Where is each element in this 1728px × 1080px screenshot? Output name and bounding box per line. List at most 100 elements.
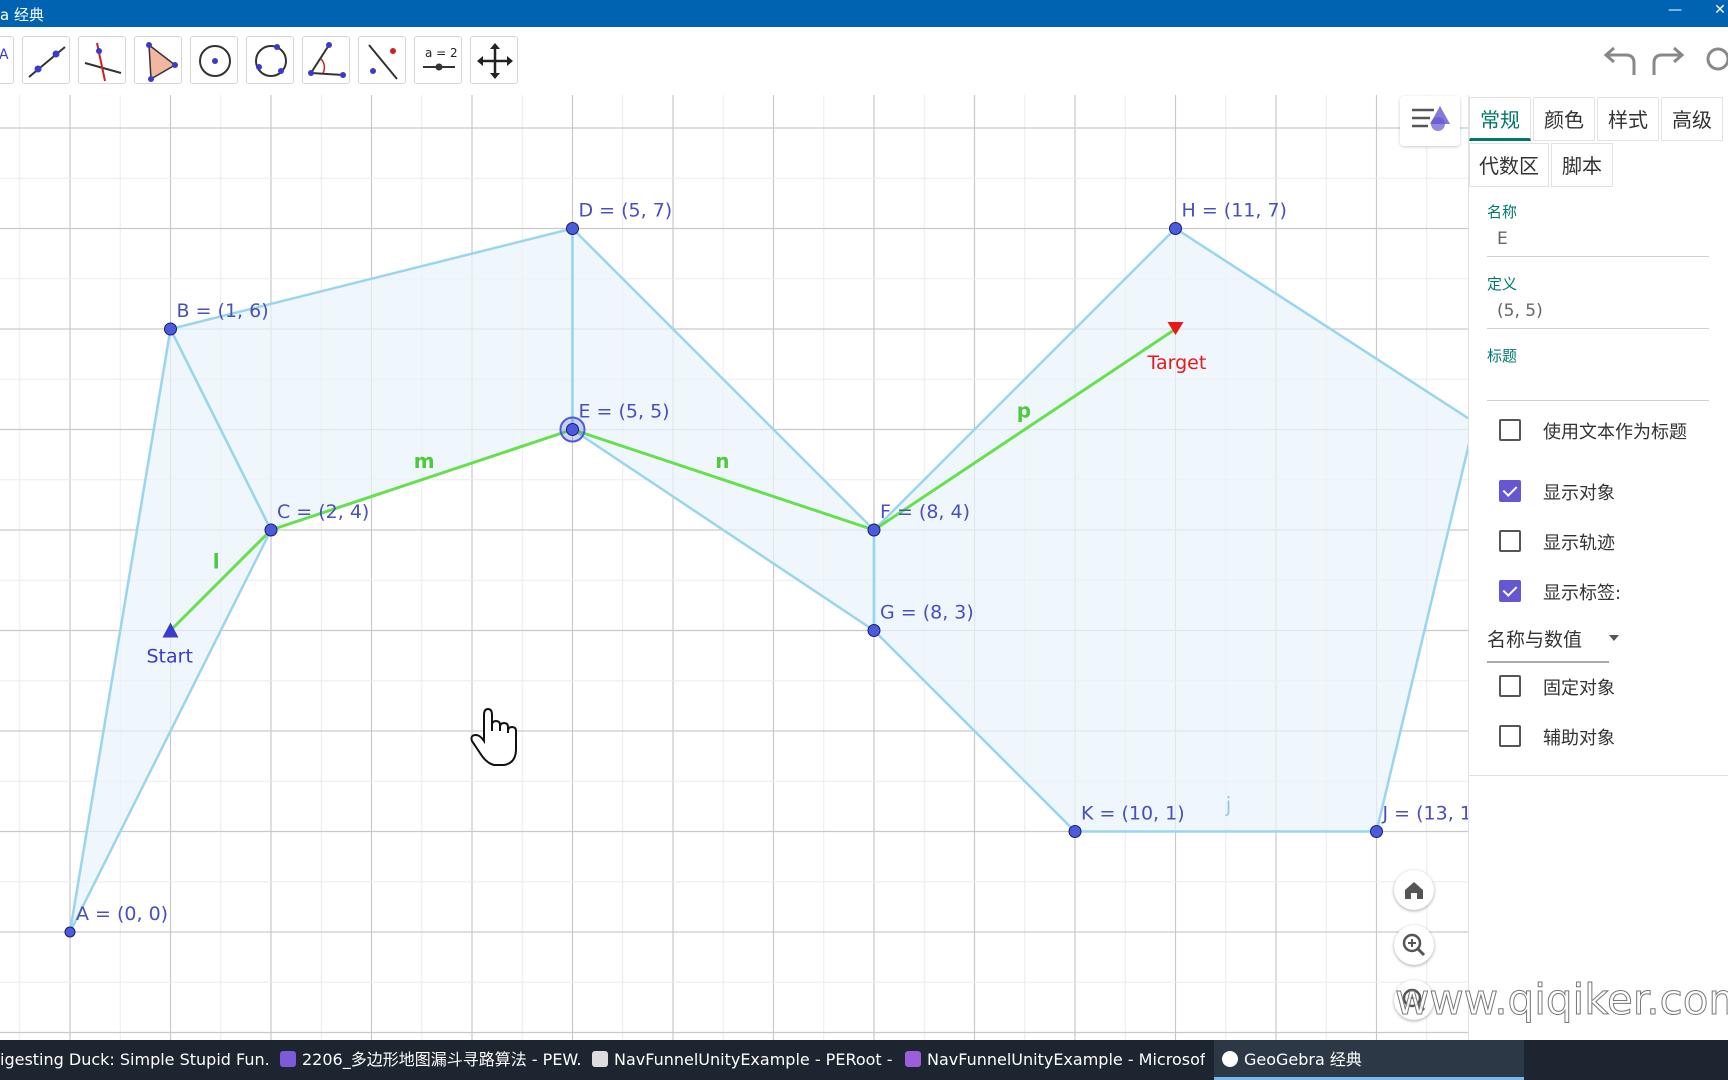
perpendicular-tool-button[interactable] — [78, 36, 126, 84]
point-K[interactable] — [1068, 825, 1082, 838]
point-A[interactable] — [64, 926, 76, 938]
circle-three-points-tool-button[interactable] — [246, 36, 294, 84]
hand-cursor-icon — [470, 707, 517, 766]
taskbar-item-unity[interactable]: NavFunnelUnityExample - PERoot - ... — [592, 1040, 892, 1080]
circle-with-center-icon — [199, 45, 231, 77]
minimize-button[interactable]: — — [1655, 2, 1695, 24]
checkbox-show-label[interactable] — [1499, 580, 1521, 602]
checkbox-show-object[interactable] — [1499, 480, 1521, 502]
tab-general[interactable]: 常规 — [1469, 97, 1531, 141]
polygon-fhjkg[interactable] — [872, 226, 1468, 833]
angle-tool-button[interactable] — [302, 36, 350, 84]
text-tool-button[interactable]: A — [0, 36, 14, 84]
redo-icon[interactable] — [1648, 45, 1688, 79]
search-icon[interactable] — [1700, 45, 1728, 79]
point-label-A: A = (0, 0) — [76, 903, 168, 925]
point-label-C: C = (2, 4) — [277, 501, 369, 523]
polygon-tool-button[interactable] — [134, 36, 182, 84]
angle-icon — [308, 42, 346, 78]
checkbox-label-show-label: 显示标签: — [1543, 583, 1622, 604]
point-J[interactable] — [1370, 825, 1383, 838]
circle-three-points-icon — [255, 44, 287, 77]
reflect-about-line-icon — [368, 44, 398, 80]
point-C[interactable] — [264, 523, 278, 537]
taskbar-item-label: NavFunnelUnityExample - PERoot - ... — [614, 1050, 892, 1069]
tab-color[interactable]: 颜色 — [1533, 97, 1595, 141]
polygon-icon — [146, 42, 178, 82]
chevron-down-icon — [1609, 635, 1619, 641]
slider-tool-button[interactable]: a = 2 — [414, 36, 462, 84]
window-title: a 经典 — [0, 6, 44, 24]
unity-icon — [592, 1051, 608, 1067]
definition-underline — [1487, 328, 1709, 329]
point-label-B: B = (1, 6) — [177, 300, 269, 322]
checkbox-label-auxiliary-object: 辅助对象 — [1543, 728, 1615, 749]
svg-text:a = 2: a = 2 — [425, 46, 458, 60]
perpendicular-line-icon — [84, 42, 122, 82]
taskbar-item-pew[interactable]: 2206_多边形地图漏斗寻路算法 - PEW... — [280, 1040, 580, 1080]
style-bar-icon — [1412, 106, 1450, 131]
caption-label: 标题 — [1487, 347, 1518, 365]
path-label-p: p — [1017, 399, 1031, 423]
taskbar-item-duck[interactable]: igesting Duck: Simple Stupid Fun... — [0, 1040, 270, 1080]
checkbox-auxiliary-object[interactable] — [1499, 725, 1521, 747]
path-label-m: m — [414, 449, 435, 473]
checkbox-label-show-object: 显示对象 — [1543, 483, 1615, 504]
move-graphics-tool-button[interactable] — [470, 36, 518, 84]
point-label-G: G = (8, 3) — [880, 602, 974, 624]
line-tool-button[interactable] — [22, 36, 70, 84]
point-G[interactable] — [867, 624, 881, 637]
home-button[interactable] — [1394, 870, 1434, 910]
taskbar-item-label: igesting Duck: Simple Stupid Fun... — [0, 1050, 270, 1069]
geogebra-icon — [1222, 1051, 1238, 1067]
label-mode-value: 名称与数值 — [1487, 629, 1583, 651]
point-label-H: H = (11, 7) — [1182, 200, 1287, 222]
checkbox-fix-object[interactable] — [1499, 675, 1521, 697]
tab-style[interactable]: 样式 — [1597, 97, 1659, 141]
toolbar: A a = 2 — [0, 27, 1728, 95]
taskbar: igesting Duck: Simple Stupid Fun... 2206… — [0, 1040, 1728, 1080]
tab-algebra[interactable]: 代数区 — [1469, 143, 1549, 187]
point-F[interactable] — [867, 523, 881, 537]
zoom-in-icon — [1402, 933, 1426, 957]
checkbox-show-trace[interactable] — [1499, 530, 1521, 552]
point-D[interactable] — [566, 222, 579, 235]
panel-divider — [1469, 775, 1728, 776]
circle-center-tool-button[interactable] — [190, 36, 238, 84]
definition-field[interactable]: (5, 5) — [1497, 301, 1543, 321]
style-bar-toggle[interactable] — [1400, 96, 1460, 146]
taskbar-item-visual-studio[interactable]: NavFunnelUnityExample - Microsof... — [905, 1040, 1205, 1080]
path-label-l: l — [213, 549, 220, 573]
point-E[interactable] — [566, 423, 579, 436]
caption-field[interactable] — [1487, 400, 1709, 401]
obsidian-icon — [280, 1051, 296, 1067]
svg-text:A: A — [0, 47, 9, 63]
checkbox-text-as-caption[interactable] — [1499, 419, 1521, 441]
tab-advanced[interactable]: 高级 — [1661, 97, 1723, 141]
point-H[interactable] — [1169, 222, 1182, 235]
taskbar-item-label: GeoGebra 经典 — [1244, 1050, 1362, 1069]
name-field[interactable]: E — [1497, 229, 1508, 249]
line-through-points-icon — [28, 46, 66, 78]
checkbox-label-text-as-caption: 使用文本作为标题 — [1543, 422, 1687, 443]
label-mode-dropdown[interactable]: 名称与数值 — [1487, 625, 1619, 663]
point-label-K: K = (10, 1) — [1081, 803, 1185, 825]
reflect-tool-button[interactable] — [358, 36, 406, 84]
tab-scripting[interactable]: 脚本 — [1551, 143, 1613, 187]
point-label-E: E = (5, 5) — [579, 401, 670, 423]
name-underline — [1487, 256, 1709, 257]
definition-label: 定义 — [1487, 275, 1518, 293]
zoom-in-button[interactable] — [1394, 925, 1434, 965]
graphics-view[interactable]: l m n p A = (0, 0) B = (1, 6) C = (2, 4) D = (… — [0, 95, 1468, 1040]
point-label-F: F = (8, 4) — [880, 501, 970, 523]
visual-studio-icon — [905, 1051, 921, 1067]
undo-icon[interactable] — [1600, 45, 1640, 79]
target-label: Target — [1147, 352, 1207, 374]
polygon-label-j: j — [1225, 792, 1232, 816]
taskbar-item-geogebra[interactable]: GeoGebra 经典 — [1214, 1040, 1524, 1080]
close-button[interactable]: ✕ — [1700, 2, 1728, 24]
point-B[interactable] — [164, 322, 177, 336]
taskbar-item-label: NavFunnelUnityExample - Microsof... — [927, 1050, 1205, 1069]
properties-panel: 常规 颜色 样式 高级 代数区 脚本 名称 E 定义 (5, 5) 标题 使用文… — [1468, 95, 1728, 1040]
name-label: 名称 — [1487, 203, 1518, 221]
